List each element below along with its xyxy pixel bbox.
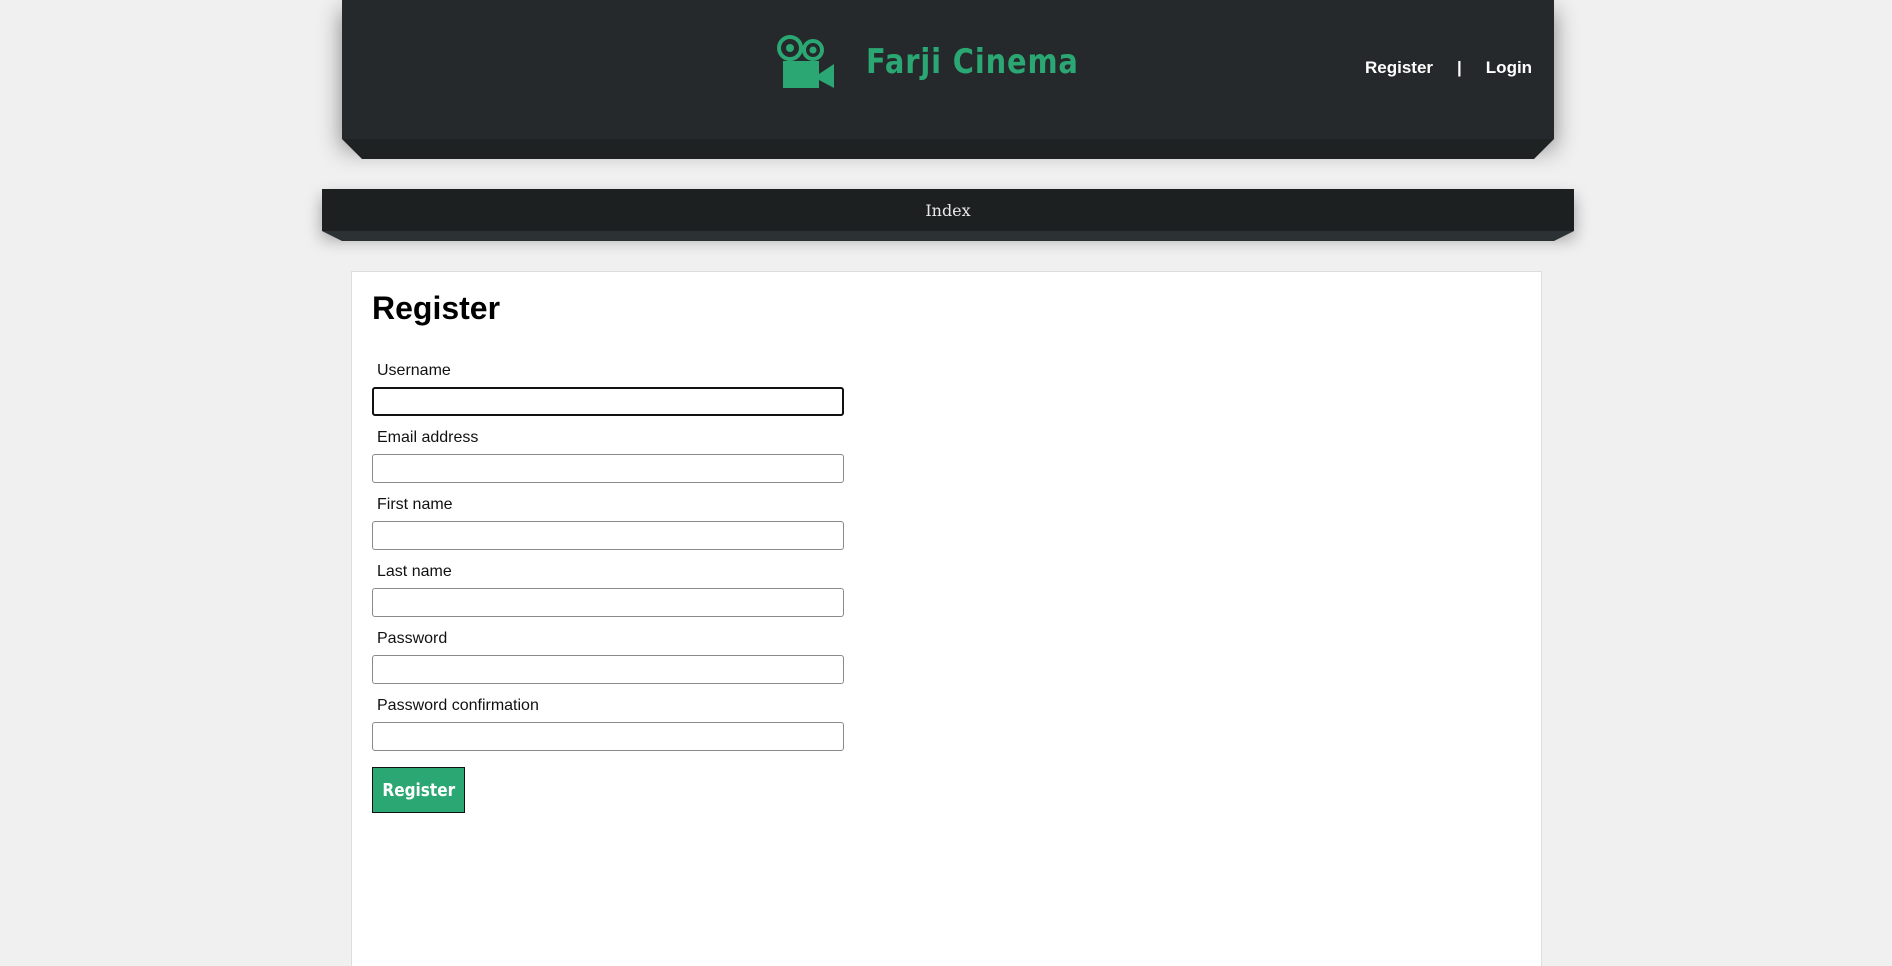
register-submit-button[interactable]: Register — [372, 767, 465, 813]
nav-index-link[interactable]: Index — [925, 201, 970, 220]
email-label: Email address — [377, 429, 479, 446]
brand-name: Farji Cinema — [866, 42, 1079, 82]
last-name-input[interactable] — [372, 588, 844, 617]
page-title: Register — [372, 290, 501, 326]
register-panel: Register Username Email address First na… — [351, 271, 1542, 966]
email-input[interactable] — [372, 454, 844, 483]
username-label: Username — [377, 362, 451, 379]
login-link[interactable]: Login — [1486, 58, 1532, 78]
brand-logo[interactable]: Farji Cinema — [776, 34, 1116, 90]
header-ledge — [342, 139, 1554, 159]
nav-bar: Index — [322, 189, 1574, 231]
first-name-label: First name — [377, 496, 453, 513]
username-input[interactable] — [372, 387, 844, 416]
first-name-input[interactable] — [372, 521, 844, 550]
password-confirmation-input[interactable] — [372, 722, 844, 751]
auth-links: Register | Login — [1365, 58, 1532, 78]
auth-separator: | — [1457, 58, 1462, 77]
register-link[interactable]: Register — [1365, 58, 1433, 78]
password-confirmation-label: Password confirmation — [377, 697, 539, 714]
password-input[interactable] — [372, 655, 844, 684]
register-submit-label: Register — [382, 779, 455, 801]
movie-camera-icon — [777, 35, 834, 88]
last-name-label: Last name — [377, 563, 452, 580]
password-label: Password — [377, 630, 448, 647]
nav-ledge — [322, 231, 1574, 241]
